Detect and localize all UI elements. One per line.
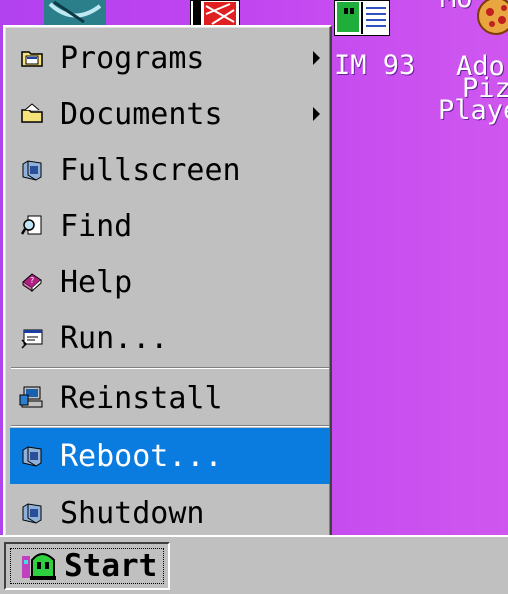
- menu-item-fullscreen[interactable]: Fullscreen: [10, 142, 330, 198]
- menu-item-label: Fullscreen: [60, 152, 241, 188]
- menu-item-help[interactable]: ? Help: [10, 254, 330, 310]
- menu-item-reinstall[interactable]: Reinstall: [10, 370, 330, 426]
- taskbar: Start: [0, 535, 508, 594]
- reinstall-computer-icon: [18, 384, 46, 412]
- help-book-icon: ?: [18, 268, 46, 296]
- start-button-label: Start: [64, 548, 158, 584]
- menu-item-label: Run...: [60, 320, 169, 356]
- pizza-icon[interactable]: [474, 0, 508, 40]
- network-globe-icon[interactable]: [44, 0, 106, 28]
- find-magnifier-icon: [18, 212, 46, 240]
- menu-item-run[interactable]: Run...: [10, 310, 330, 366]
- desktop-icon-label-top: Mo: [440, 0, 473, 12]
- menu-item-label: Shutdown: [60, 495, 205, 531]
- monitor-cube-icon: [18, 156, 46, 184]
- menu-item-label: Help: [60, 264, 133, 300]
- menu-item-programs[interactable]: Programs: [10, 30, 330, 86]
- green-alien-logo-icon: [20, 550, 60, 582]
- desktop-icon-label-line3[interactable]: Playe: [438, 97, 508, 124]
- programs-folder-icon: [18, 44, 46, 72]
- shutdown-cube-icon: [18, 499, 46, 527]
- submenu-arrow-icon: [313, 107, 320, 121]
- menu-separator: [11, 367, 329, 369]
- menu-item-find[interactable]: Find: [10, 198, 330, 254]
- menu-item-shutdown[interactable]: Shutdown: [10, 485, 330, 541]
- reboot-cube-icon: [18, 442, 46, 470]
- red-app-icon[interactable]: [189, 0, 241, 29]
- notepad-book-icon[interactable]: [333, 0, 391, 37]
- menu-item-label: Documents: [60, 96, 223, 132]
- menu-separator: [11, 425, 329, 427]
- submenu-arrow-icon: [313, 51, 320, 65]
- svg-text:?: ?: [30, 276, 34, 285]
- run-window-icon: [18, 324, 46, 352]
- menu-item-label: Reboot...: [60, 438, 223, 474]
- documents-folder-icon: [18, 100, 46, 128]
- start-menu: Programs Documents Fullscreen Find ? Hel…: [3, 25, 332, 543]
- menu-item-label: Find: [60, 208, 133, 244]
- menu-item-label: Programs: [60, 40, 205, 76]
- menu-item-reboot[interactable]: Reboot...: [10, 428, 330, 484]
- desktop-icon-label[interactable]: IM 93: [334, 52, 415, 79]
- start-button[interactable]: Start: [4, 542, 170, 590]
- menu-item-documents[interactable]: Documents: [10, 86, 330, 142]
- menu-item-label: Reinstall: [60, 380, 223, 416]
